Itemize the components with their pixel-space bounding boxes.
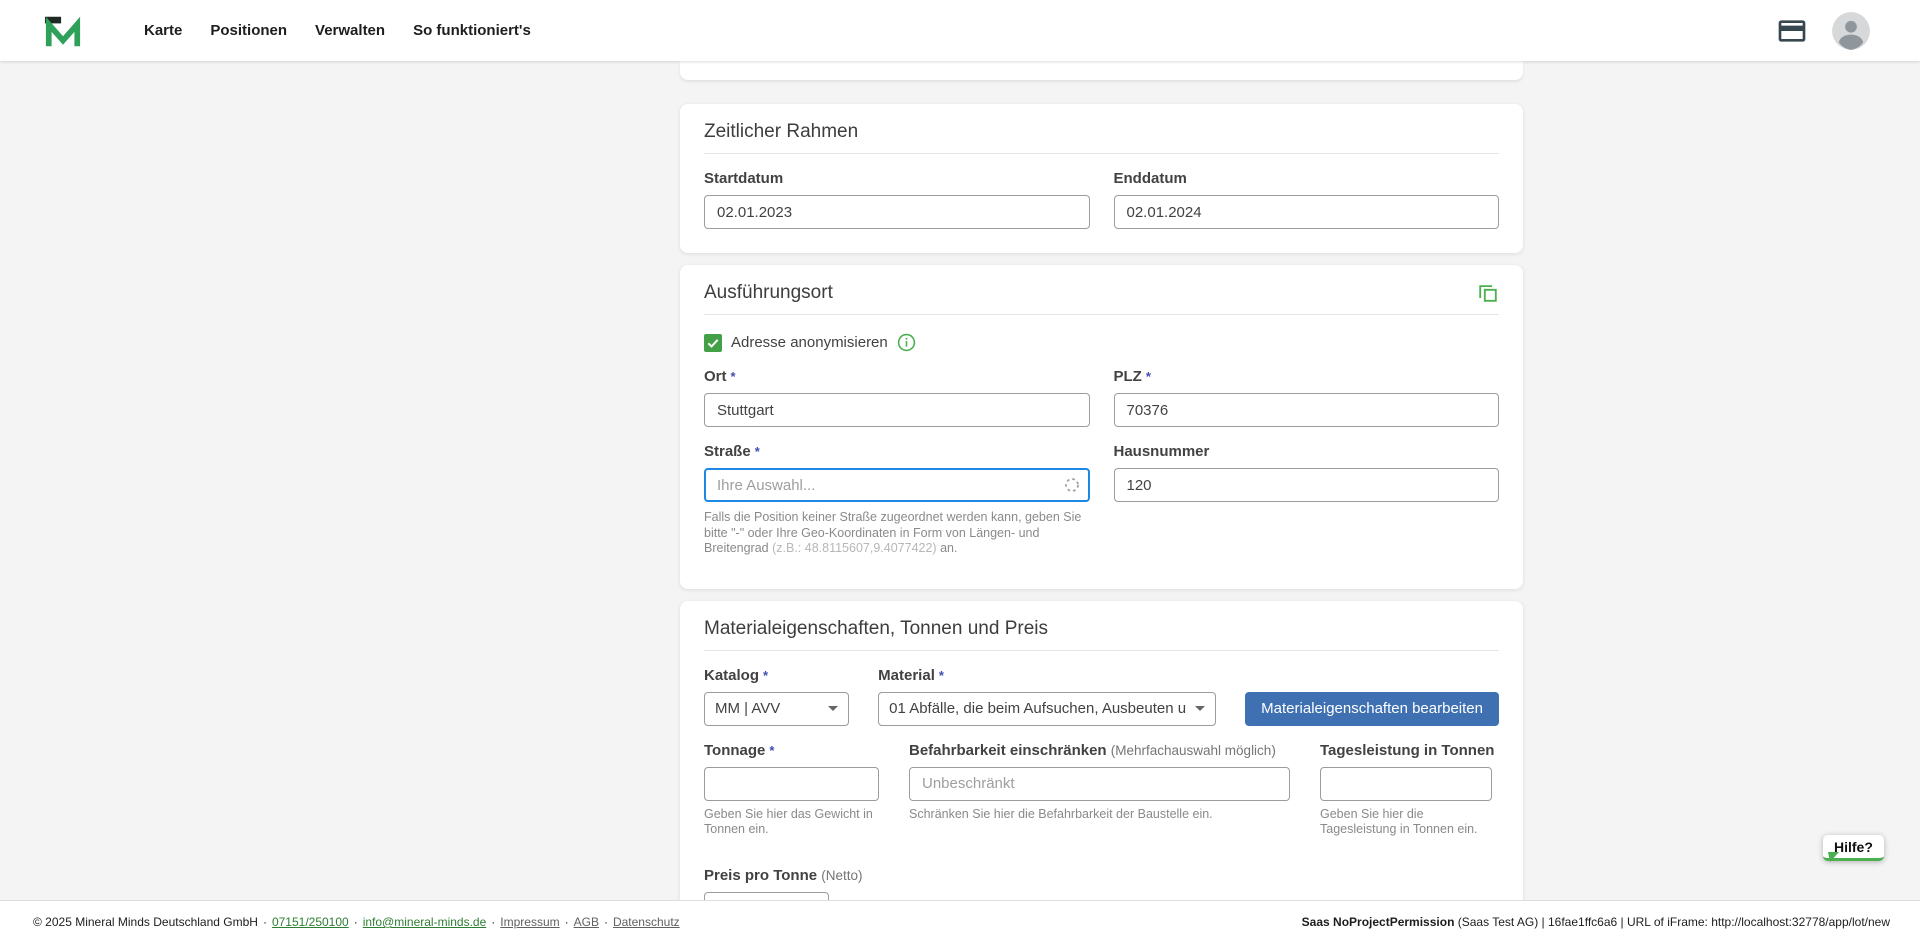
saas-info-text: (Saas Test AG) | 16fae1ffc6a6 | URL of i… [1454,915,1890,929]
page-content: Zeitlicher Rahmen Startdatum Enddatum [0,61,1920,900]
edit-material-properties-button[interactable]: Materialeigenschaften bearbeiten [1245,692,1499,726]
help-button[interactable]: Hilfe? [1823,835,1884,861]
material-card: Materialeigenschaften, Tonnen und Preis … [680,601,1523,901]
required-marker: * [939,668,944,683]
tonnage-label-text: Tonnage [704,742,765,759]
befahrbarkeit-input[interactable] [909,767,1290,801]
nav-item-so-funktionierts[interactable]: So funktioniert's [399,14,545,47]
enddatum-input[interactable] [1114,195,1500,229]
enddatum-label: Enddatum [1114,170,1500,188]
mineral-minds-logo[interactable] [44,12,82,50]
katalog-value: MM | AVV [715,700,780,717]
footer-right: Saas NoProjectPermission (Saas Test AG) … [1302,915,1890,929]
material-card-title: Materialeigenschaften, Tonnen und Preis [704,617,1048,640]
separator: · [263,915,267,929]
strasse-input[interactable] [704,468,1090,502]
time-frame-card: Zeitlicher Rahmen Startdatum Enddatum [680,104,1523,253]
befahrbarkeit-note: (Mehrfachauswahl möglich) [1111,743,1276,758]
material-select[interactable]: 01 Abfälle, die beim Aufsuchen, Ausbeute… [878,692,1216,726]
required-marker: * [769,743,774,758]
loading-spinner-icon [1064,477,1080,498]
required-marker: * [1146,369,1151,384]
strasse-label: Straße * [704,443,1090,461]
ort-label-text: Ort [704,368,727,385]
plz-label-text: PLZ [1114,368,1142,385]
anonymize-label: Adresse anonymisieren [731,334,888,351]
impressum-link[interactable]: Impressum [500,915,559,929]
divider [704,153,1499,154]
strasse-hint: Falls die Position keiner Straße zugeord… [704,510,1084,557]
nav-item-verwalten[interactable]: Verwalten [301,14,399,47]
saas-permission-text: Saas NoProjectPermission [1302,915,1455,929]
material-label-text: Material [878,667,935,684]
nav-item-karte[interactable]: Karte [130,14,196,47]
material-label: Material * [878,667,1216,685]
startdatum-label: Startdatum [704,170,1090,188]
tonnage-label: Tonnage * [704,742,879,760]
strasse-hint-suffix: an. [937,541,958,555]
top-navbar: Karte Positionen Verwalten So funktionie… [0,0,1920,61]
execution-location-title: Ausführungsort [704,281,833,304]
email-link[interactable]: info@mineral-minds.de [363,915,487,929]
preis-input[interactable] [704,892,829,901]
user-avatar[interactable] [1832,12,1870,50]
katalog-label-text: Katalog [704,667,759,684]
copy-icon[interactable] [1477,282,1499,304]
tonnage-hint: Geben Sie hier das Gewicht in Tonnen ein… [704,807,879,837]
material-value: 01 Abfälle, die beim Aufsuchen, Ausbeute… [889,700,1187,717]
required-marker: * [763,668,768,683]
separator: · [604,915,608,929]
tagesleistung-input[interactable] [1320,767,1492,801]
strasse-label-text: Straße [704,443,751,460]
check-icon [706,336,720,350]
anonymize-checkbox[interactable] [704,334,722,352]
card-icon[interactable] [1776,15,1808,47]
chevron-down-icon [828,706,838,711]
preis-label-text: Preis pro Tonne [704,867,817,884]
help-button-label: Hilfe? [1834,839,1873,855]
navbar-right [1776,12,1870,50]
copyright-text: © 2025 Mineral Minds Deutschland GmbH [33,915,258,929]
nav-item-positionen[interactable]: Positionen [196,14,301,47]
ort-input[interactable] [704,393,1090,427]
required-marker: * [755,444,760,459]
katalog-label: Katalog * [704,667,849,685]
preis-note: (Netto) [821,868,862,883]
logo-icon [44,12,82,50]
main-nav: Karte Positionen Verwalten So funktionie… [130,14,545,47]
befahrbarkeit-hint: Schränken Sie hier die Befahrbarkeit der… [909,807,1290,822]
info-icon[interactable] [897,333,916,352]
divider [704,314,1499,315]
page-footer: © 2025 Mineral Minds Deutschland GmbH · … [0,900,1920,943]
separator: · [354,915,358,929]
plz-input[interactable] [1114,393,1500,427]
previous-card-partial [680,61,1523,80]
tonnage-input[interactable] [704,767,879,801]
chevron-down-icon [1195,706,1205,711]
befahrbarkeit-label-text: Befahrbarkeit einschränken [909,742,1107,759]
tagesleistung-hint: Geben Sie hier die Tagesleistung in Tonn… [1320,807,1492,837]
hausnummer-input[interactable] [1114,468,1500,502]
agb-link[interactable]: AGB [574,915,599,929]
startdatum-input[interactable] [704,195,1090,229]
footer-left: © 2025 Mineral Minds Deutschland GmbH · … [33,915,680,929]
hausnummer-label: Hausnummer [1114,443,1500,461]
datenschutz-link[interactable]: Datenschutz [613,915,680,929]
execution-location-card: Ausführungsort Adress [680,265,1523,589]
tagesleistung-label: Tagesleistung in Tonnen [1320,742,1492,760]
required-marker: * [731,369,736,384]
phone-link[interactable]: 07151/250100 [272,915,349,929]
separator: · [565,915,569,929]
separator: · [491,915,495,929]
katalog-select[interactable]: MM | AVV [704,692,849,726]
divider [704,650,1499,651]
plz-label: PLZ * [1114,368,1500,386]
time-frame-title: Zeitlicher Rahmen [704,120,858,143]
ort-label: Ort * [704,368,1090,386]
befahrbarkeit-label: Befahrbarkeit einschränken (Mehrfachausw… [909,742,1290,760]
preis-label: Preis pro Tonne (Netto) [704,867,1499,885]
strasse-hint-example: (z.B.: 48.8115607,9.4077422) [772,541,936,555]
